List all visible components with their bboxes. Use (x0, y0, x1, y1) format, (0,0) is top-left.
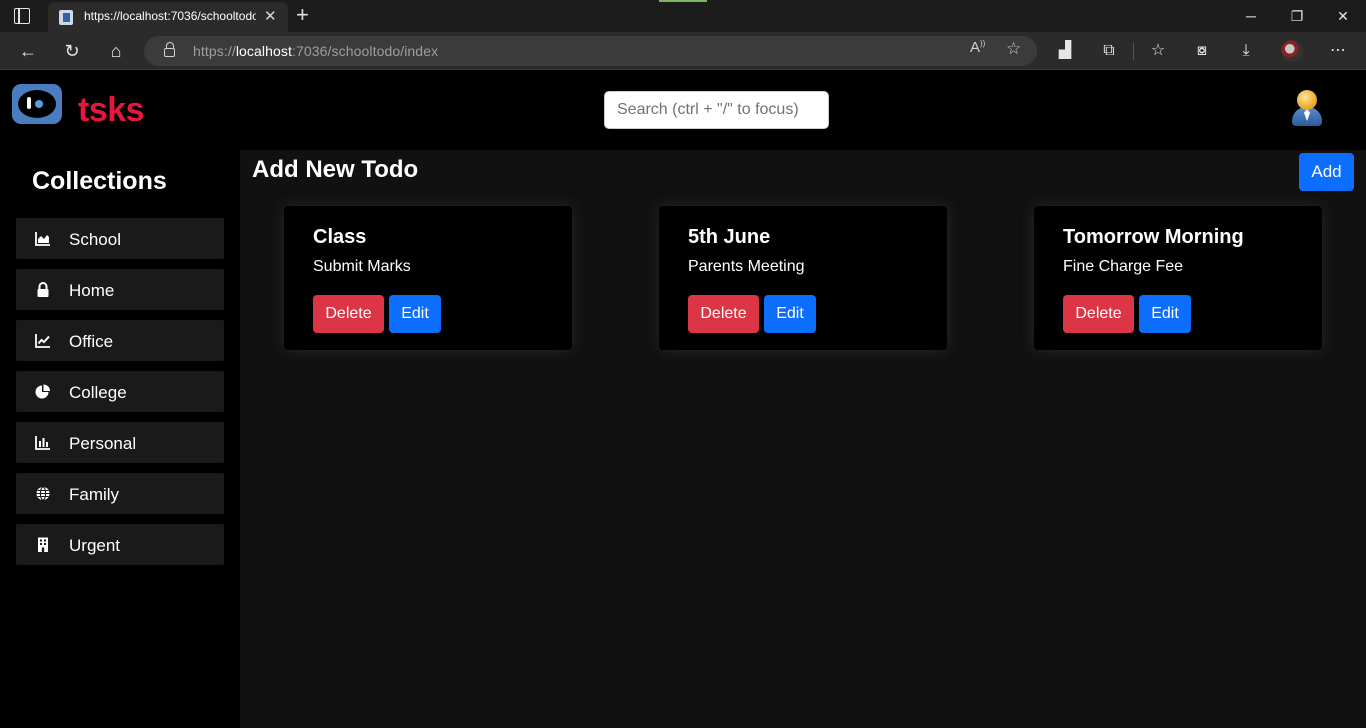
area-chart-icon (35, 232, 50, 246)
todo-title: Tomorrow Morning (1063, 226, 1244, 248)
todo-description: Fine Charge Fee (1063, 258, 1184, 275)
add-todo-button[interactable]: Add (1299, 153, 1354, 191)
restore-button[interactable]: ❐ (1274, 4, 1320, 28)
url-text[interactable]: https://localhost:7036/schooltodo/index (193, 43, 438, 59)
sidebar-title: Collections (32, 167, 167, 195)
todo-description: Parents Meeting (688, 258, 805, 275)
pie-chart-icon (35, 384, 50, 399)
line-chart-icon (35, 334, 50, 348)
browser-profile-avatar[interactable] (1281, 40, 1303, 62)
url-field[interactable]: https://localhost:7036/schooltodo/index … (144, 36, 1037, 66)
browser-tab-bar: https://localhost:7036/schooltodo/index … (0, 0, 1366, 32)
tab-actions-icon[interactable] (14, 8, 30, 24)
add-favorite-icon[interactable]: ☆ (1006, 39, 1021, 59)
window-drag-indicator (659, 0, 707, 2)
edit-todo-button[interactable]: Edit (1139, 295, 1191, 333)
sidebar-item-label: Home (69, 281, 115, 300)
more-options-icon[interactable]: ⋯ (1325, 38, 1351, 64)
app-header: tsks (0, 71, 1366, 150)
page-favicon-icon (59, 10, 73, 25)
delete-todo-button[interactable]: Delete (688, 295, 759, 333)
todo-title: Class (313, 226, 367, 248)
downloads-icon[interactable]: ⤓ (1233, 38, 1259, 64)
sidebar-item-personal[interactable]: Personal (16, 422, 224, 463)
sidebar-item-school[interactable]: School (16, 218, 224, 259)
sidebar-item-urgent[interactable]: Urgent (16, 524, 224, 565)
lock-icon[interactable] (164, 42, 175, 57)
browser-tab[interactable]: https://localhost:7036/schooltodo/index … (48, 2, 288, 32)
sidebar: Collections School Home Office College P… (0, 150, 240, 728)
todo-card: Tomorrow Morning Fine Charge Fee Delete … (1034, 206, 1322, 350)
lock-icon (37, 282, 49, 297)
read-aloud-icon[interactable]: A)) (970, 39, 985, 56)
collections-icon[interactable]: ⧇ (1189, 38, 1215, 64)
tab-title: https://localhost:7036/schooltodo/index (84, 9, 256, 23)
close-window-button[interactable]: ✕ (1320, 4, 1366, 28)
sidebar-item-college[interactable]: College (16, 371, 224, 412)
toolbar-separator (1133, 43, 1134, 60)
edit-todo-button[interactable]: Edit (764, 295, 816, 333)
sidebar-item-label: School (69, 230, 121, 249)
brand-name[interactable]: tsks (78, 91, 145, 130)
search-input[interactable] (604, 91, 829, 129)
extensions-icon[interactable]: ⧉ (1096, 38, 1122, 64)
home-icon[interactable]: ⌂ (102, 38, 130, 64)
favorites-icon[interactable]: ☆ (1145, 38, 1171, 64)
bar-chart-icon (35, 436, 50, 450)
sidebar-item-office[interactable]: Office (16, 320, 224, 361)
main-content: Add New Todo Add Class Submit Marks Dele… (240, 150, 1366, 728)
globe-icon (36, 486, 50, 501)
todo-card: Class Submit Marks Delete Edit (284, 206, 572, 350)
performance-icon[interactable]: ▟ (1052, 38, 1078, 64)
sidebar-item-label: Office (69, 332, 114, 351)
tab-close-icon[interactable]: ✕ (264, 7, 277, 25)
new-tab-button[interactable]: + (296, 2, 309, 28)
sidebar-item-label: Personal (69, 434, 137, 453)
building-icon (38, 537, 48, 552)
minimize-button[interactable]: ─ (1228, 4, 1274, 28)
delete-todo-button[interactable]: Delete (1063, 295, 1134, 333)
todo-card: 5th June Parents Meeting Delete Edit (659, 206, 947, 350)
delete-todo-button[interactable]: Delete (313, 295, 384, 333)
todo-title: 5th June (688, 226, 771, 248)
app-logo-icon[interactable] (12, 84, 62, 124)
sidebar-item-family[interactable]: Family (16, 473, 224, 514)
todo-description: Submit Marks (313, 258, 411, 275)
sidebar-item-label: Urgent (69, 536, 121, 555)
back-arrow-icon[interactable]: ← (14, 38, 42, 64)
refresh-icon[interactable]: ↻ (58, 38, 86, 64)
sidebar-item-home[interactable]: Home (16, 269, 224, 310)
sidebar-item-label: College (69, 383, 127, 402)
edit-todo-button[interactable]: Edit (389, 295, 441, 333)
sidebar-item-label: Family (69, 485, 120, 504)
page-title: Add New Todo (252, 156, 419, 183)
browser-address-bar: ← ↻ ⌂ https://localhost:7036/schooltodo/… (0, 32, 1366, 70)
user-avatar-icon[interactable] (1290, 89, 1324, 127)
